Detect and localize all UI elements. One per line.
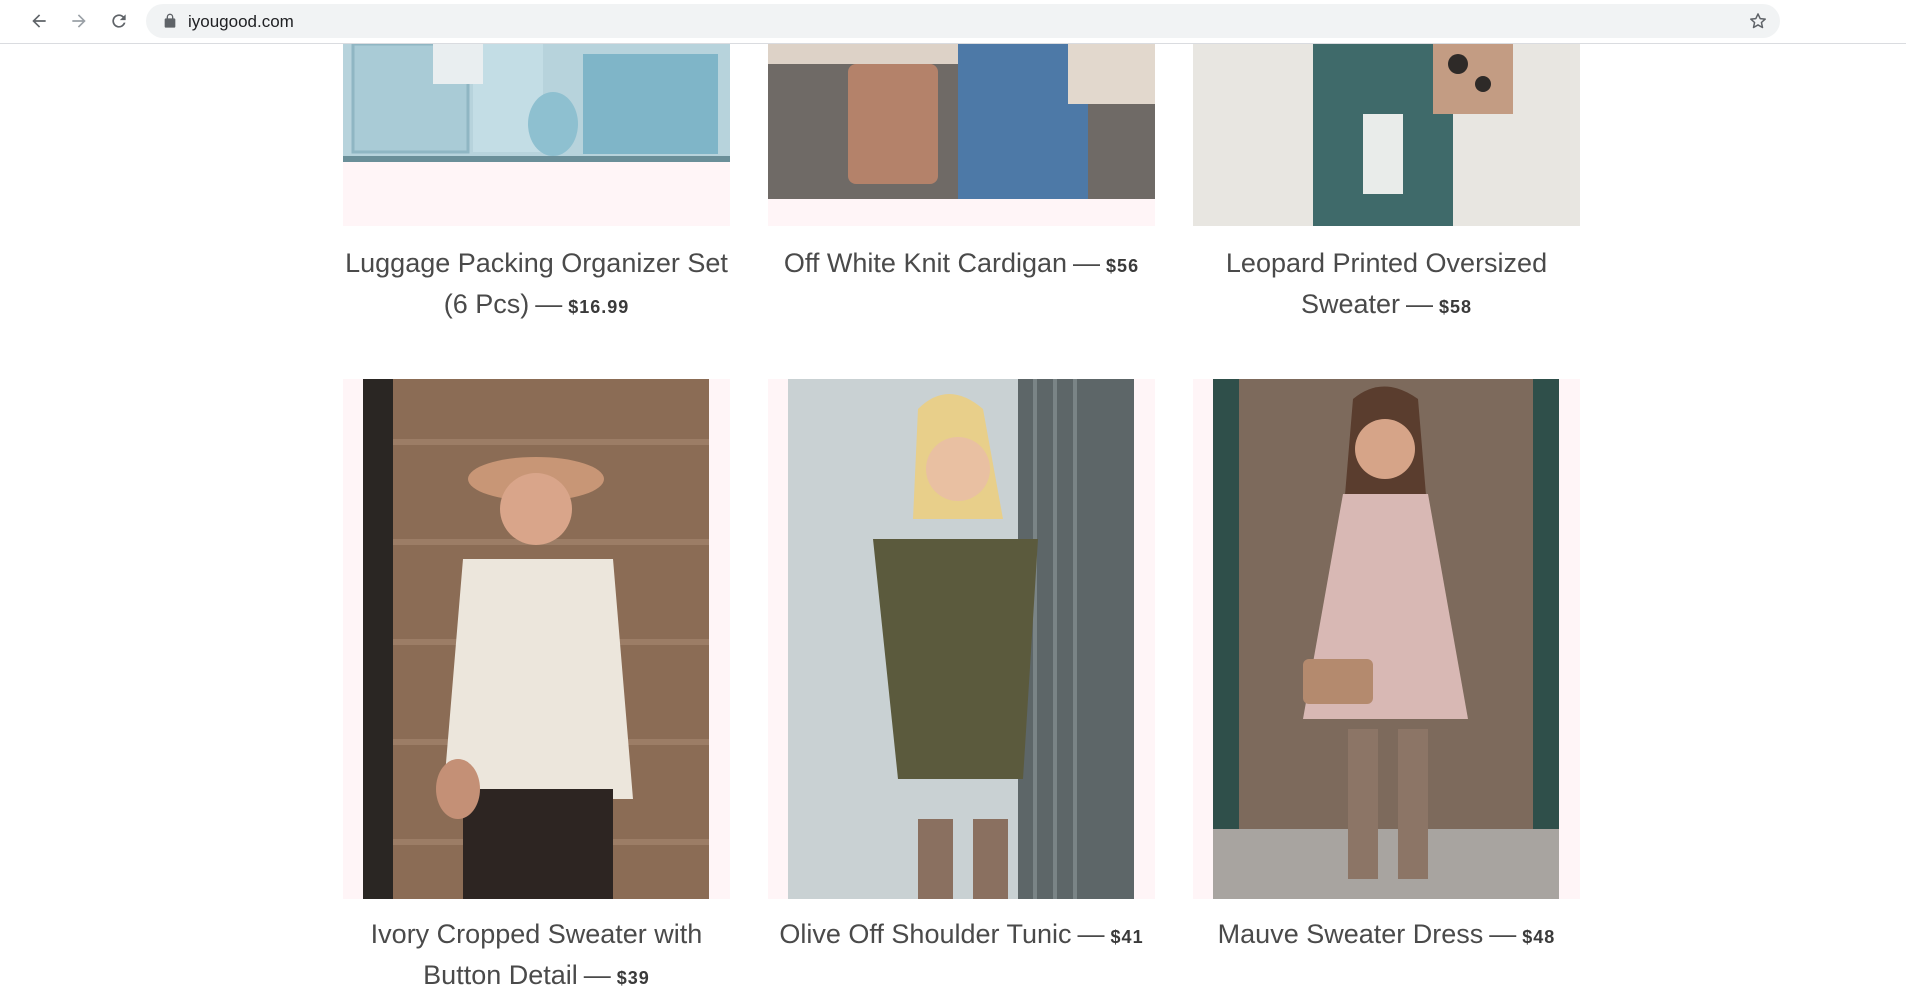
product-price: $39 [616, 968, 650, 988]
off-white-cardigan-photo [768, 44, 1155, 199]
leopard-sweater-photo [1193, 44, 1580, 226]
separator: — [535, 289, 563, 319]
product-price: $58 [1439, 297, 1473, 317]
product-price: $56 [1106, 256, 1140, 276]
browser-toolbar: iyougood.com [0, 0, 1906, 44]
star-icon[interactable] [1748, 11, 1768, 31]
product-title-mauve-dress[interactable]: Mauve Sweater Dress — $48 [1193, 914, 1580, 958]
url-text: iyougood.com [188, 12, 294, 31]
arrow-right-icon [72, 14, 86, 28]
separator: — [1489, 919, 1517, 949]
separator: — [1077, 919, 1105, 949]
separator: — [1073, 248, 1101, 278]
product-title-leopard-sweater[interactable]: Leopard Printed Oversized Sweater — $58 [1193, 243, 1580, 328]
mauve-dress-photo [1213, 379, 1559, 899]
product-image-olive-tunic[interactable] [768, 379, 1155, 899]
separator: — [583, 960, 611, 990]
ivory-sweater-photo [363, 379, 709, 899]
luggage-organizer-photo [343, 44, 730, 162]
product-image-leopard-sweater[interactable] [1193, 44, 1580, 226]
reload-icon [112, 14, 126, 28]
back-button[interactable] [25, 7, 53, 35]
product-name[interactable]: Leopard Printed Oversized Sweater [1226, 248, 1547, 319]
arrow-left-icon [32, 14, 46, 28]
lock-icon [164, 13, 176, 28]
product-price: $16.99 [568, 297, 630, 317]
product-image-luggage-organizer[interactable] [343, 44, 730, 226]
product-title-olive-tunic[interactable]: Olive Off Shoulder Tunic — $41 [768, 914, 1155, 958]
product-title-off-white-cardigan[interactable]: Off White Knit Cardigan — $56 [768, 243, 1155, 287]
product-name[interactable]: Off White Knit Cardigan [784, 248, 1067, 278]
product-image-mauve-dress[interactable] [1193, 379, 1580, 899]
product-name[interactable]: Mauve Sweater Dress [1218, 919, 1484, 949]
product-image-ivory-sweater[interactable] [343, 379, 730, 899]
product-price: $41 [1110, 927, 1144, 947]
product-name[interactable]: Olive Off Shoulder Tunic [779, 919, 1071, 949]
address-bar[interactable]: iyougood.com [146, 4, 1780, 38]
olive-tunic-photo [788, 379, 1134, 899]
product-name[interactable]: Ivory Cropped Sweater with Button Detail [371, 919, 703, 990]
forward-button[interactable] [65, 7, 93, 35]
product-title-ivory-sweater[interactable]: Ivory Cropped Sweater with Button Detail… [343, 914, 730, 999]
product-image-off-white-cardigan[interactable] [768, 44, 1155, 226]
product-title-luggage-organizer[interactable]: Luggage Packing Organizer Set (6 Pcs) — $1… [343, 243, 730, 328]
product-price: $48 [1522, 927, 1556, 947]
separator: — [1406, 289, 1433, 319]
reload-button[interactable] [105, 7, 133, 35]
